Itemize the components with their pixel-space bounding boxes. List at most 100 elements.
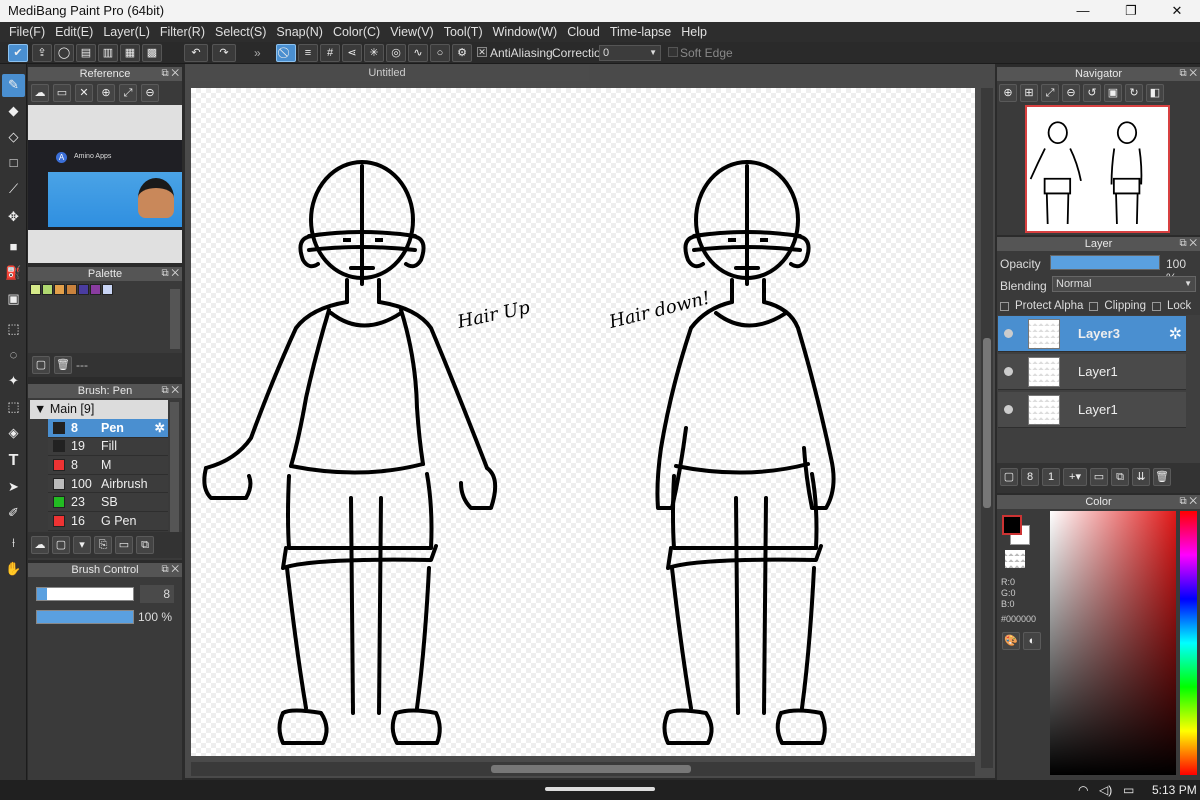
maximize-button[interactable]: ❐	[1108, 0, 1154, 22]
layout-icon[interactable]: ▦	[120, 44, 140, 62]
flip-icon[interactable]: ◧	[1146, 84, 1164, 102]
fit-window-icon[interactable]: ▣	[1104, 84, 1122, 102]
redo-icon[interactable]: ↷	[212, 44, 236, 62]
menu-snap[interactable]: Snap(N)	[271, 25, 328, 39]
frame-icon[interactable]: ▥	[98, 44, 118, 62]
concentric-snap-icon[interactable]: ◎	[386, 44, 406, 62]
vertical-scrollbar[interactable]	[981, 88, 993, 768]
undo-icon[interactable]: ↶	[184, 44, 208, 62]
layer-row[interactable]: Layer1	[998, 392, 1186, 428]
brush-item[interactable]: 23 SB	[48, 493, 168, 512]
size-value[interactable]: 8	[140, 585, 174, 603]
cloud-save-icon[interactable]: ✔	[8, 44, 28, 62]
palette-swatch[interactable]	[66, 284, 77, 295]
close-icon[interactable]: ⧉ ✕	[161, 267, 179, 281]
lasso-tool-icon[interactable]: ◌	[2, 344, 25, 367]
add-brush-icon[interactable]: ▾	[73, 536, 91, 554]
brush-item[interactable]: 16 G Pen	[48, 511, 168, 531]
cloud-icon[interactable]: ☁	[31, 536, 49, 554]
dot-eraser-icon[interactable]: ◇	[2, 126, 25, 149]
cloud-icon[interactable]: ☁	[31, 84, 49, 102]
folder-icon[interactable]: ▭	[115, 536, 133, 554]
menu-file[interactable]: File(F)	[4, 25, 50, 39]
soft-edge-checkbox[interactable]	[668, 47, 678, 57]
zoom-fit-icon[interactable]: ⊞	[1020, 84, 1038, 102]
new-layer-icon[interactable]: ▢	[1000, 468, 1018, 486]
palette-swatch[interactable]	[42, 284, 53, 295]
close-icon[interactable]: ⧉ ✕	[1179, 237, 1197, 251]
menu-layer[interactable]: Layer(L)	[98, 25, 155, 39]
speech-bubble-icon[interactable]: ◯	[54, 44, 74, 62]
antialias-checkbox[interactable]: ✕	[477, 47, 487, 57]
menu-tool[interactable]: Tool(T)	[439, 25, 488, 39]
menu-cloud[interactable]: Cloud	[562, 25, 605, 39]
blending-select[interactable]: Normal ▼	[1052, 276, 1196, 292]
new-8bit-layer-icon[interactable]: 8	[1021, 468, 1039, 486]
curve-snap-icon[interactable]: ∿	[408, 44, 428, 62]
menu-window[interactable]: Window(W)	[488, 25, 563, 39]
lock-checkbox[interactable]	[1151, 301, 1161, 311]
menu-help[interactable]: Help	[676, 25, 712, 39]
brush-item[interactable]: 19 Fill	[48, 437, 168, 457]
close-icon[interactable]: ⧉ ✕	[1179, 67, 1197, 81]
transparent-color-swatch[interactable]	[1005, 550, 1025, 568]
foreground-color-swatch[interactable]	[1002, 515, 1022, 535]
opacity-slider[interactable]	[36, 610, 134, 624]
eraser-tool-icon[interactable]: ◆	[2, 100, 25, 123]
zoom-in-icon[interactable]: ⊕	[999, 84, 1017, 102]
merge-down-icon[interactable]: ⇊	[1132, 468, 1150, 486]
radial-snap-icon[interactable]: ✳	[364, 44, 384, 62]
close-icon[interactable]: ⧉ ✕	[161, 384, 179, 398]
drawing-canvas[interactable]: Hair Up Hair down!	[191, 88, 975, 756]
fit-icon[interactable]: ⤢	[119, 84, 137, 102]
palette-swatch[interactable]	[90, 284, 101, 295]
new-brush-icon[interactable]: ▢	[52, 536, 70, 554]
grid-icon[interactable]: ▩	[142, 44, 162, 62]
layer-row[interactable]: Layer3 ✲	[998, 316, 1186, 352]
palette-swatch[interactable]	[30, 284, 41, 295]
clock[interactable]: 5:13 PM	[1152, 783, 1197, 797]
protect-alpha-checkbox[interactable]	[1000, 301, 1009, 311]
snap-off-icon[interactable]: ⃠	[276, 44, 296, 62]
new-1bit-layer-icon[interactable]: 1	[1042, 468, 1060, 486]
wifi-icon[interactable]: ◠	[1078, 783, 1088, 797]
eye-icon[interactable]	[1004, 405, 1013, 414]
new-palette-icon[interactable]: ▢	[32, 356, 50, 374]
palette-icon[interactable]: 🎨	[1002, 632, 1020, 650]
vertical-scroll-thumb[interactable]	[983, 338, 991, 508]
reference-view[interactable]: A Amino Apps	[28, 105, 182, 263]
layer-row[interactable]: Layer1	[998, 354, 1186, 390]
more-icon[interactable]: »	[254, 46, 261, 60]
snap-settings-icon[interactable]: ⚙	[452, 44, 472, 62]
brush-item[interactable]: 100 Airbrush	[48, 474, 168, 494]
export-icon[interactable]: ⇪	[32, 44, 52, 62]
brush-tool-icon[interactable]: ✎	[2, 74, 25, 97]
line-tool-icon[interactable]: ⟋	[2, 178, 25, 201]
fill-rect-icon[interactable]: ■	[2, 236, 25, 259]
brush-item[interactable]: 8 Pen ✲	[48, 419, 168, 438]
zoom-in-icon[interactable]: ⊕	[97, 84, 115, 102]
zoom-out-icon[interactable]: ⊖	[1062, 84, 1080, 102]
eye-icon[interactable]	[1004, 367, 1013, 376]
parallel-snap-icon[interactable]: ≡	[298, 44, 318, 62]
rectangle-tool-icon[interactable]: □	[2, 152, 25, 175]
volume-icon[interactable]: ◁)	[1099, 783, 1112, 797]
navigator-preview[interactable]	[1025, 105, 1170, 233]
gear-icon[interactable]: ✲	[1169, 324, 1182, 344]
zoom-out-icon[interactable]: ⊖	[141, 84, 159, 102]
menu-filter[interactable]: Filter(R)	[155, 25, 210, 39]
operation-tool-icon[interactable]: ➤	[2, 476, 25, 499]
hand-tool-icon[interactable]: ✋	[2, 558, 25, 581]
eyedropper-icon[interactable]: ⟊	[2, 532, 25, 555]
brush-group[interactable]: ▼ Main [9]	[30, 400, 168, 419]
bucket-tool-icon[interactable]: ⛽	[2, 262, 25, 285]
close-icon[interactable]: ⧉ ✕	[161, 563, 179, 577]
saturation-value-picker[interactable]	[1050, 511, 1176, 775]
home-indicator[interactable]	[545, 787, 655, 791]
document-tab[interactable]: Untitled	[185, 65, 589, 81]
folder-icon[interactable]: ▭	[1090, 468, 1108, 486]
eye-icon[interactable]	[1004, 329, 1013, 338]
palette-scrollbar[interactable]	[170, 289, 180, 349]
add-layer-menu-icon[interactable]: +▾	[1063, 468, 1087, 486]
magic-wand-icon[interactable]: ✦	[2, 370, 25, 393]
